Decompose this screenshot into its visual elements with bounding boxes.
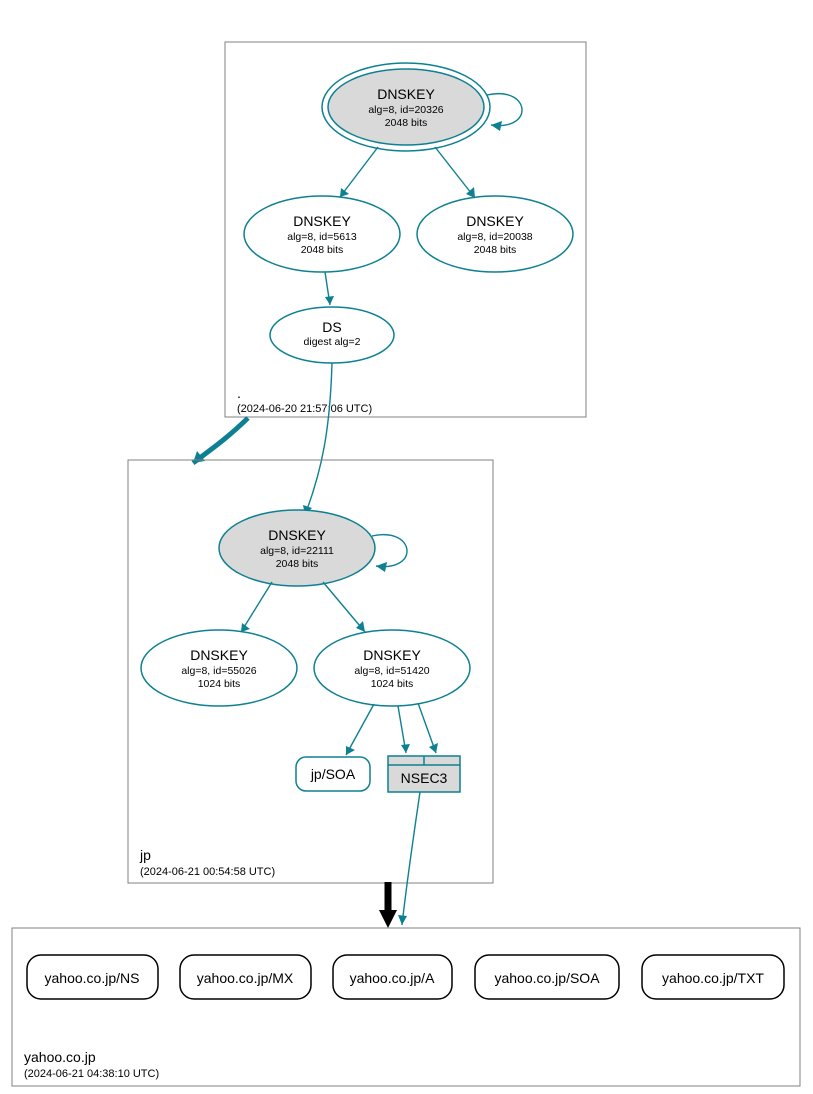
jp-ksk-node: DNSKEY alg=8, id=22111 2048 bits xyxy=(219,510,375,586)
edge-nsec3-yahoo xyxy=(402,792,420,925)
zone-root-label: . xyxy=(237,385,241,401)
zone-root-time: (2024-06-20 21:57:06 UTC) xyxy=(237,403,372,415)
root-ds-title: DS xyxy=(322,319,341,335)
root-zsk2-title: DNSKEY xyxy=(466,213,524,229)
jp-zsk2-l1: alg=8, id=51420 xyxy=(354,665,429,677)
yahoo-ns-label: yahoo.co.jp/NS xyxy=(45,970,140,986)
zone-jp-time: (2024-06-21 00:54:58 UTC) xyxy=(140,866,275,878)
root-zsk2-node: DNSKEY alg=8, id=20038 2048 bits xyxy=(417,196,573,272)
zone-yahoo: yahoo.co.jp (2024-06-21 04:38:10 UTC) ya… xyxy=(12,928,800,1086)
jp-zsk1-title: DNSKEY xyxy=(190,647,248,663)
yahoo-txt-node: yahoo.co.jp/TXT xyxy=(642,955,784,999)
edge-jpksk-zsk2 xyxy=(323,582,365,632)
root-ksk-node: DNSKEY alg=8, id=20326 2048 bits xyxy=(322,63,490,151)
jp-zsk1-node: DNSKEY alg=8, id=55026 1024 bits xyxy=(141,630,297,706)
jp-ksk-title: DNSKEY xyxy=(268,527,326,543)
edge-rksk-zsk1 xyxy=(340,147,378,197)
jp-zsk2-title: DNSKEY xyxy=(363,647,421,663)
jp-nsec3-node: NSEC3 xyxy=(388,756,460,792)
jp-soa-label: jp/SOA xyxy=(310,766,356,782)
jp-soa-node: jp/SOA xyxy=(296,757,370,791)
zone-jp-label: jp xyxy=(139,847,151,863)
jp-ksk-l1: alg=8, id=22111 xyxy=(260,545,334,557)
edge-root-to-jp-thick xyxy=(193,418,248,463)
yahoo-mx-label: yahoo.co.jp/MX xyxy=(197,970,294,986)
edge-root-ksk-self xyxy=(487,94,522,126)
yahoo-ns-node: yahoo.co.jp/NS xyxy=(27,955,158,999)
root-zsk2-l1: alg=8, id=20038 xyxy=(457,231,532,243)
root-zsk1-node: DNSKEY alg=8, id=5613 2048 bits xyxy=(244,196,400,272)
edge-jp-ksk-self xyxy=(372,535,407,567)
yahoo-a-label: yahoo.co.jp/A xyxy=(350,970,435,986)
yahoo-a-node: yahoo.co.jp/A xyxy=(333,955,452,999)
zone-jp: jp (2024-06-21 00:54:58 UTC) DNSKEY alg=… xyxy=(128,460,493,883)
jp-zsk1-l2: 1024 bits xyxy=(198,678,241,690)
jp-ksk-l2: 2048 bits xyxy=(276,558,319,570)
zone-yahoo-time: (2024-06-21 04:38:10 UTC) xyxy=(24,1068,159,1080)
yahoo-txt-label: yahoo.co.jp/TXT xyxy=(662,970,764,986)
root-ksk-l2: 2048 bits xyxy=(385,117,428,129)
root-zsk1-title: DNSKEY xyxy=(293,213,351,229)
edge-jpksk-zsk1 xyxy=(241,582,272,632)
root-ds-l1: digest alg=2 xyxy=(304,336,361,348)
jp-zsk1-l1: alg=8, id=55026 xyxy=(181,665,256,677)
root-ds-node: DS digest alg=2 xyxy=(270,307,394,363)
jp-zsk2-l2: 1024 bits xyxy=(371,678,414,690)
dnssec-graph: . (2024-06-20 21:57:06 UTC) DNSKEY alg=8… xyxy=(0,0,813,1094)
edge-zsk2-soa xyxy=(346,704,374,755)
root-zsk1-l1: alg=8, id=5613 xyxy=(287,231,357,243)
jp-nsec3-label: NSEC3 xyxy=(401,770,448,786)
root-zsk2-l2: 2048 bits xyxy=(474,244,517,256)
yahoo-soa-label: yahoo.co.jp/SOA xyxy=(494,970,600,986)
zone-yahoo-label: yahoo.co.jp xyxy=(24,1049,96,1065)
yahoo-mx-node: yahoo.co.jp/MX xyxy=(180,955,311,999)
edge-ds-jpksk xyxy=(305,363,332,515)
root-ksk-l1: alg=8, id=20326 xyxy=(368,104,443,116)
root-zsk1-l2: 2048 bits xyxy=(301,244,344,256)
jp-zsk2-node: DNSKEY alg=8, id=51420 1024 bits xyxy=(314,630,470,706)
yahoo-soa-node: yahoo.co.jp/SOA xyxy=(475,955,619,999)
root-ksk-title: DNSKEY xyxy=(377,86,435,102)
edge-rksk-zsk2 xyxy=(435,147,475,198)
zone-root: . (2024-06-20 21:57:06 UTC) DNSKEY alg=8… xyxy=(225,42,586,417)
